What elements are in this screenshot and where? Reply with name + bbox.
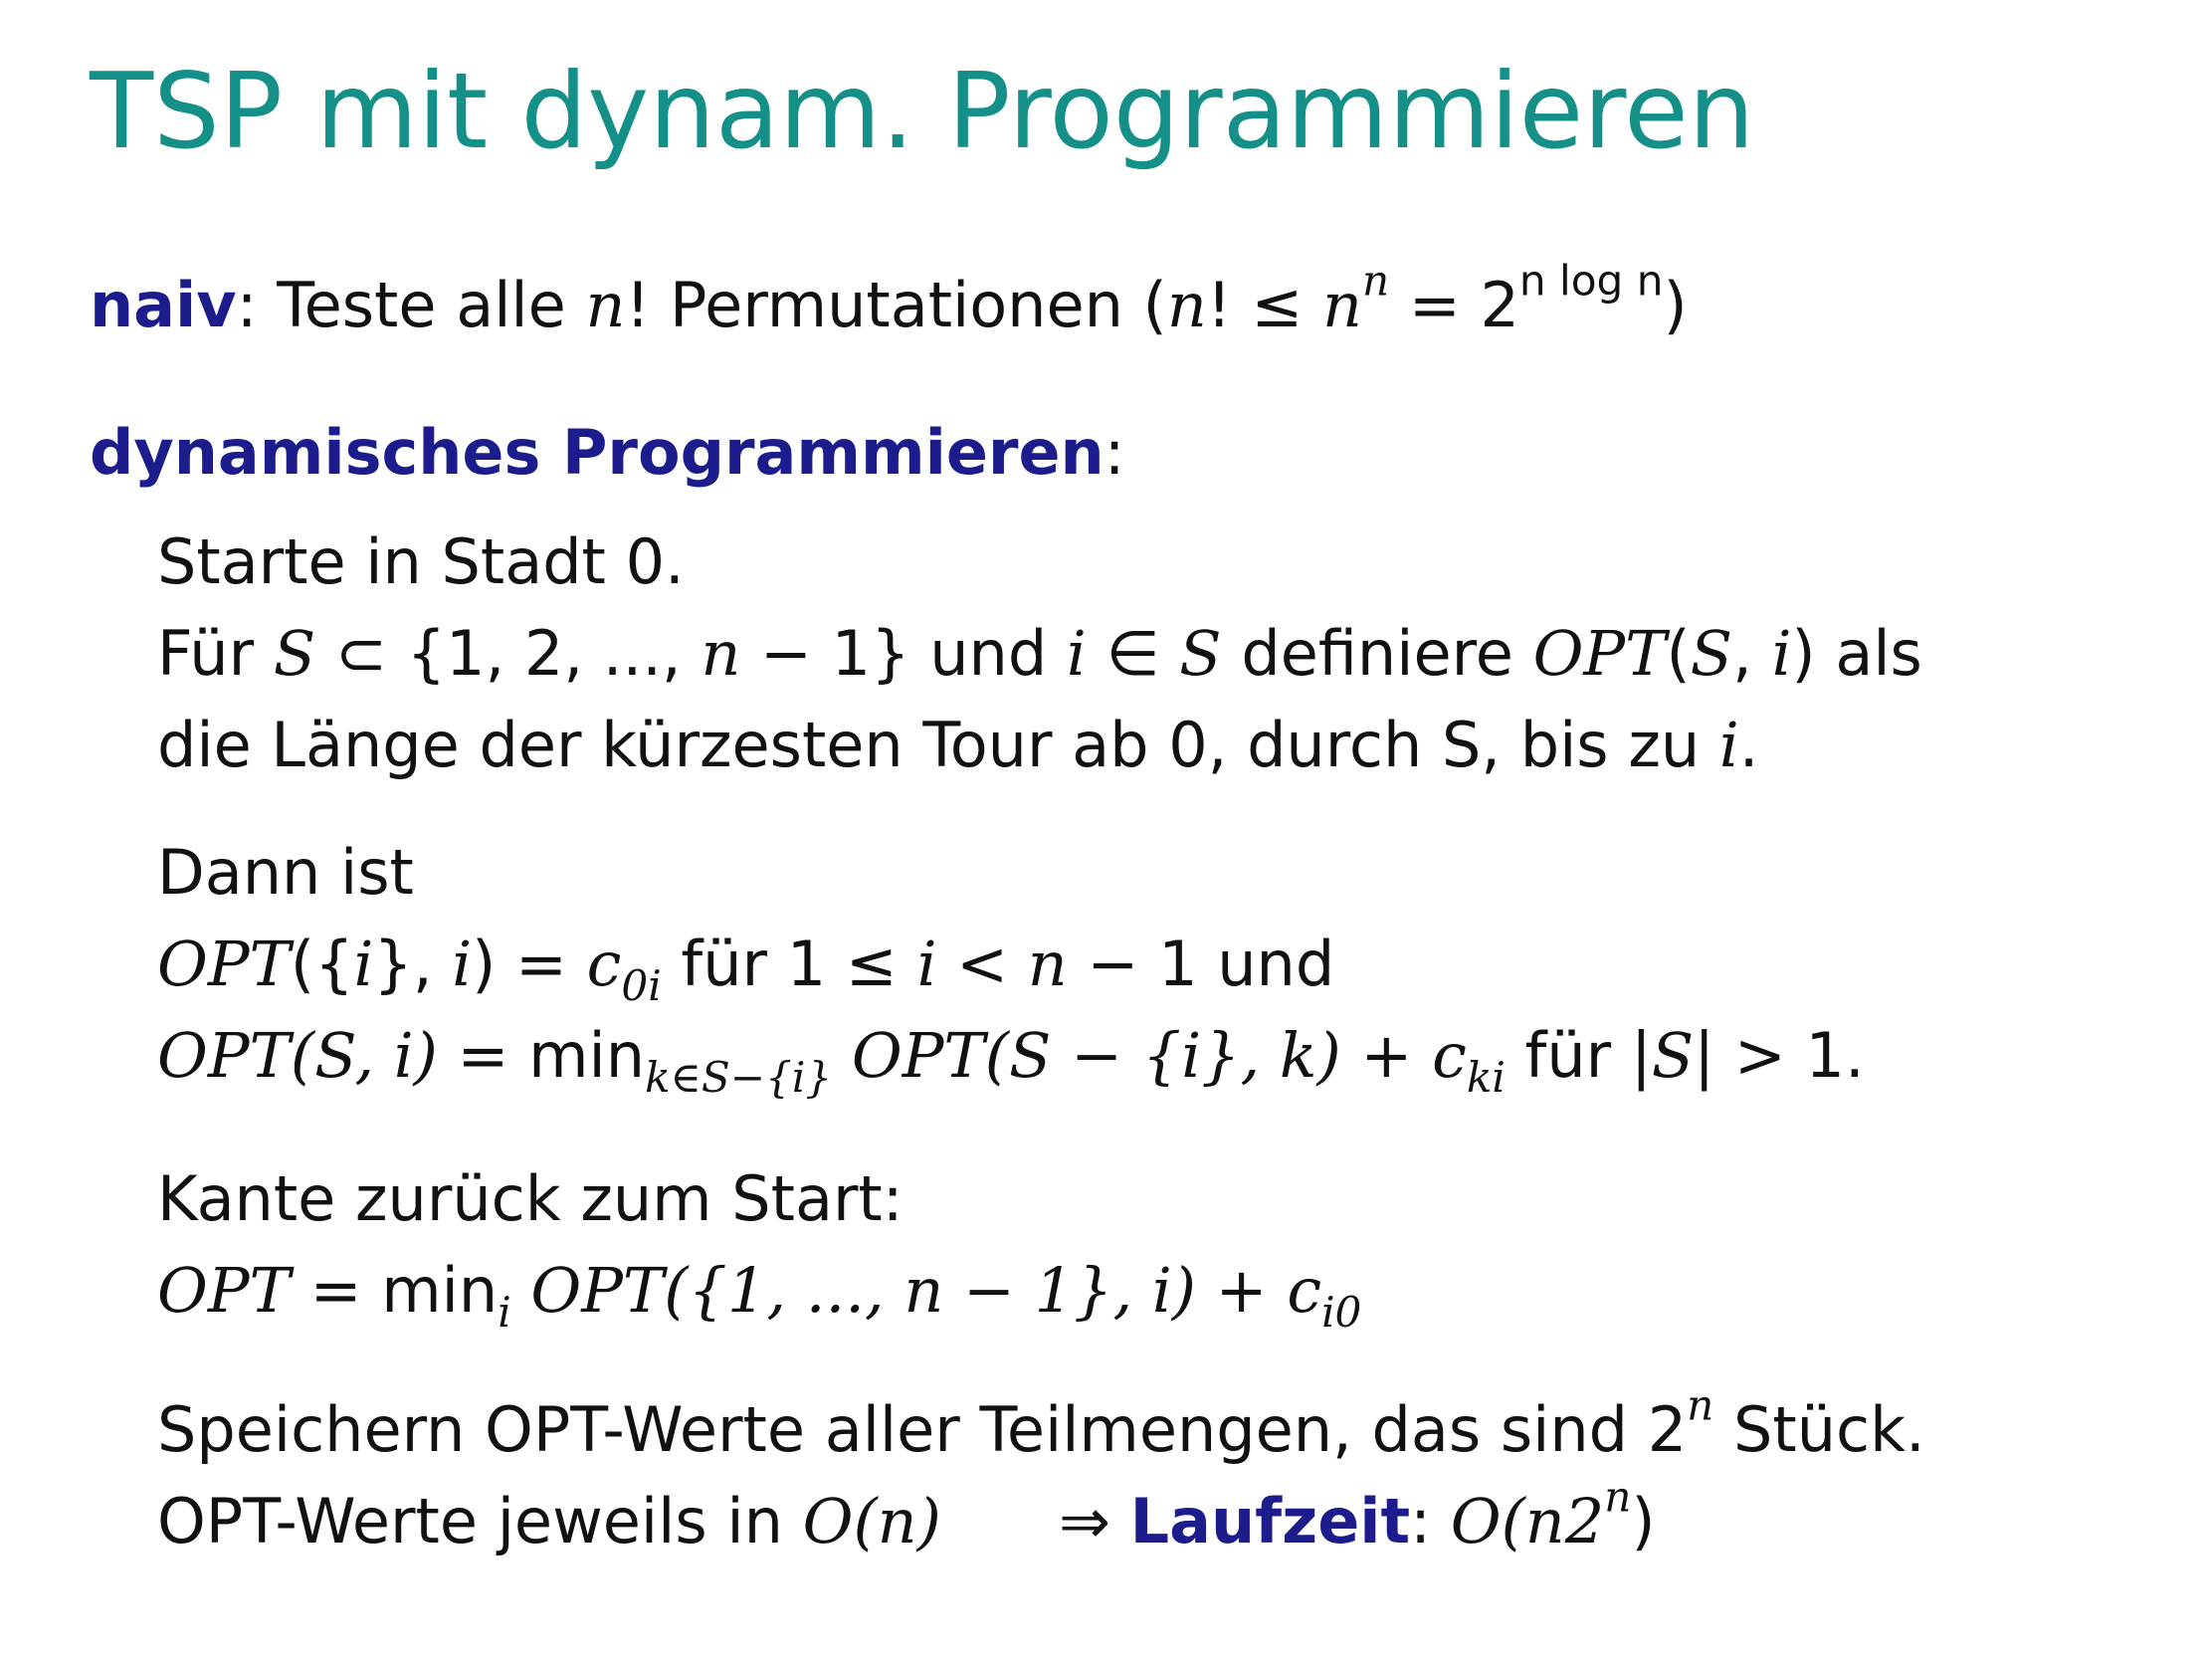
naiv-formula-middle: ! ≤ bbox=[1206, 269, 1323, 341]
block2-line2: OPT({i}, i) = c0i für 1 ≤ i < n − 1 und bbox=[157, 928, 1335, 1006]
block1-line2-set: ⊂ {1, 2, ..., bbox=[315, 617, 702, 690]
naiv-text-after: ! Permutationen bbox=[625, 269, 1143, 341]
slide-title: TSP mit dynam. Programmieren bbox=[90, 51, 1755, 172]
block4-line2-arg2-close: ) bbox=[1631, 1485, 1656, 1557]
block2-l3-plus: + bbox=[1340, 1019, 1433, 1092]
block2-l3-eq: = min bbox=[437, 1019, 646, 1092]
naiv-line: naiv: Teste alle n! Permutationen (n! ≤ … bbox=[90, 260, 1688, 342]
block2-l2-n: n bbox=[1027, 928, 1068, 1000]
naiv-colon: : bbox=[236, 269, 258, 341]
naiv-keyword: naiv bbox=[90, 269, 237, 341]
block1-line3-i: i bbox=[1718, 709, 1739, 781]
block2-l2-c: c bbox=[586, 928, 622, 1000]
block1-line2-S: S bbox=[273, 617, 316, 690]
block3-l2-opt: OPT bbox=[157, 1254, 291, 1327]
naiv-formula-n: n bbox=[1166, 269, 1207, 341]
block1-line2-opt: OPT bbox=[1532, 617, 1667, 690]
block1-line3: die Länge der kürzesten Tour ab 0, durch… bbox=[157, 709, 1758, 782]
block3-l2-sub: i bbox=[498, 1287, 511, 1337]
block3-l2-args: ({1, ..., n − 1}, i) bbox=[664, 1254, 1196, 1327]
naiv-text-before: Teste alle bbox=[257, 269, 586, 341]
block1-line2-S2: S bbox=[1179, 617, 1222, 690]
block2-l2-mid2: }, bbox=[373, 928, 453, 1000]
block1-line2-args-open: ( bbox=[1666, 617, 1691, 690]
block1-line3-pre: die Länge der kürzesten Tour ab 0, durch… bbox=[157, 709, 1719, 781]
naiv-formula-sup: n log n bbox=[1518, 256, 1664, 306]
block1-line2-pre: Für bbox=[157, 617, 274, 690]
block1-line3-post: . bbox=[1738, 709, 1759, 781]
block3-l2-csub: i0 bbox=[1321, 1287, 1362, 1337]
block1-line2-argS: S bbox=[1690, 617, 1733, 690]
block1-line2-def: definiere bbox=[1221, 617, 1533, 690]
block1-line2: Für S ⊂ {1, 2, ..., n − 1} und i ∈ S def… bbox=[157, 617, 1922, 691]
dp-keyword: dynamisches Programmieren bbox=[90, 416, 1105, 489]
block2-line3: OPT(S, i) = mink∈S−{i} OPT(S − {i}, k) +… bbox=[157, 1019, 1865, 1098]
block2-l3-text: für | bbox=[1505, 1019, 1652, 1092]
block1-line2-setclose: − 1} und bbox=[740, 617, 1067, 690]
block2-l2-mid: ({ bbox=[290, 928, 354, 1000]
block3-line2: OPT = mini OPT({1, ..., n − 1}, i) + ci0 bbox=[157, 1254, 1361, 1333]
block2-l2-lt: < bbox=[936, 928, 1028, 1000]
naiv-formula-sup-n: n bbox=[1361, 256, 1390, 306]
block2-l2-text: für 1 ≤ bbox=[661, 928, 917, 1000]
block3-l2-c: c bbox=[1287, 1254, 1322, 1327]
block2-l2-i2: i bbox=[452, 928, 473, 1000]
block4-line1-sup: n bbox=[1687, 1380, 1714, 1430]
block2-l3-opt2: OPT bbox=[832, 1019, 985, 1092]
block4-line1-pre: Speichern OPT-Werte aller Teilmengen, da… bbox=[157, 1393, 1688, 1466]
block3-l2-opt2: OPT bbox=[510, 1254, 665, 1327]
block2-l3-end: | > 1. bbox=[1694, 1019, 1865, 1092]
block4-line2-O2: O bbox=[1450, 1485, 1502, 1557]
block1-line2-args-close: ) bbox=[1791, 617, 1816, 690]
block2-l2-sub: 0i bbox=[621, 960, 662, 1010]
block2-l3-args2: (S − {i}, k) bbox=[984, 1019, 1341, 1092]
block1-line2-i: i bbox=[1066, 617, 1087, 690]
block4-line2: OPT-Werte jeweils in O(n) ⇒ Laufzeit: O(… bbox=[157, 1476, 1656, 1558]
block4-line2-O: O bbox=[802, 1485, 854, 1557]
dp-heading-line: dynamisches Programmieren: bbox=[90, 416, 1125, 490]
block4-line2-pre: OPT-Werte jeweils in bbox=[157, 1485, 803, 1557]
block4-line2-arg2-open: (n2 bbox=[1501, 1485, 1605, 1557]
laufzeit-keyword: Laufzeit bbox=[1129, 1485, 1411, 1557]
block2-l2-i3: i bbox=[916, 928, 937, 1000]
slide: TSP mit dynam. Programmieren naiv: Teste… bbox=[0, 0, 2212, 1659]
block3-l2-plus: + bbox=[1195, 1254, 1288, 1327]
block2-l2-end: − 1 und bbox=[1067, 928, 1335, 1000]
naiv-formula-close: ) bbox=[1663, 269, 1688, 341]
block2-l3-c: c bbox=[1432, 1019, 1467, 1092]
block3-line1: Kante zurück zum Start: bbox=[157, 1162, 904, 1235]
block1-line2-post: als bbox=[1815, 617, 1922, 690]
block4-line1: Speichern OPT-Werte aller Teilmengen, da… bbox=[157, 1384, 1925, 1467]
naiv-formula-open: ( bbox=[1142, 269, 1167, 341]
block2-l2-opt: OPT bbox=[157, 928, 291, 1000]
block4-line2-sup: n bbox=[1604, 1472, 1632, 1522]
block1-line2-argi: i bbox=[1771, 617, 1792, 690]
block3-l2-eq: = min bbox=[290, 1254, 499, 1327]
block2-l3-S: S bbox=[1651, 1019, 1695, 1092]
naiv-var-n: n bbox=[585, 269, 626, 341]
block2-l3-args: (S, i) bbox=[290, 1019, 438, 1092]
block2-l3-opt: OPT bbox=[157, 1019, 291, 1092]
block2-l3-csub: ki bbox=[1466, 1052, 1506, 1102]
naiv-formula-n2: n bbox=[1322, 269, 1362, 341]
block1-line2-comma: , bbox=[1732, 617, 1772, 690]
naiv-formula-eq: = 2 bbox=[1389, 269, 1519, 341]
block1-line2-n: n bbox=[701, 617, 741, 690]
block2-line1: Dann ist bbox=[157, 836, 414, 909]
block1-line2-in: ∈ bbox=[1086, 617, 1180, 690]
block4-line2-arrow: ⇒ bbox=[940, 1485, 1130, 1557]
block2-l2-i: i bbox=[353, 928, 374, 1000]
block4-line2-colon: : bbox=[1410, 1485, 1451, 1557]
dp-colon: : bbox=[1104, 416, 1125, 489]
block4-line1-post: Stück. bbox=[1713, 1393, 1925, 1466]
block4-line2-arg: (n) bbox=[853, 1485, 941, 1557]
block2-l3-sub: k∈S−{i} bbox=[645, 1052, 833, 1102]
block2-l2-eq: ) = bbox=[472, 928, 587, 1000]
block1-line1: Starte in Stadt 0. bbox=[157, 525, 685, 598]
